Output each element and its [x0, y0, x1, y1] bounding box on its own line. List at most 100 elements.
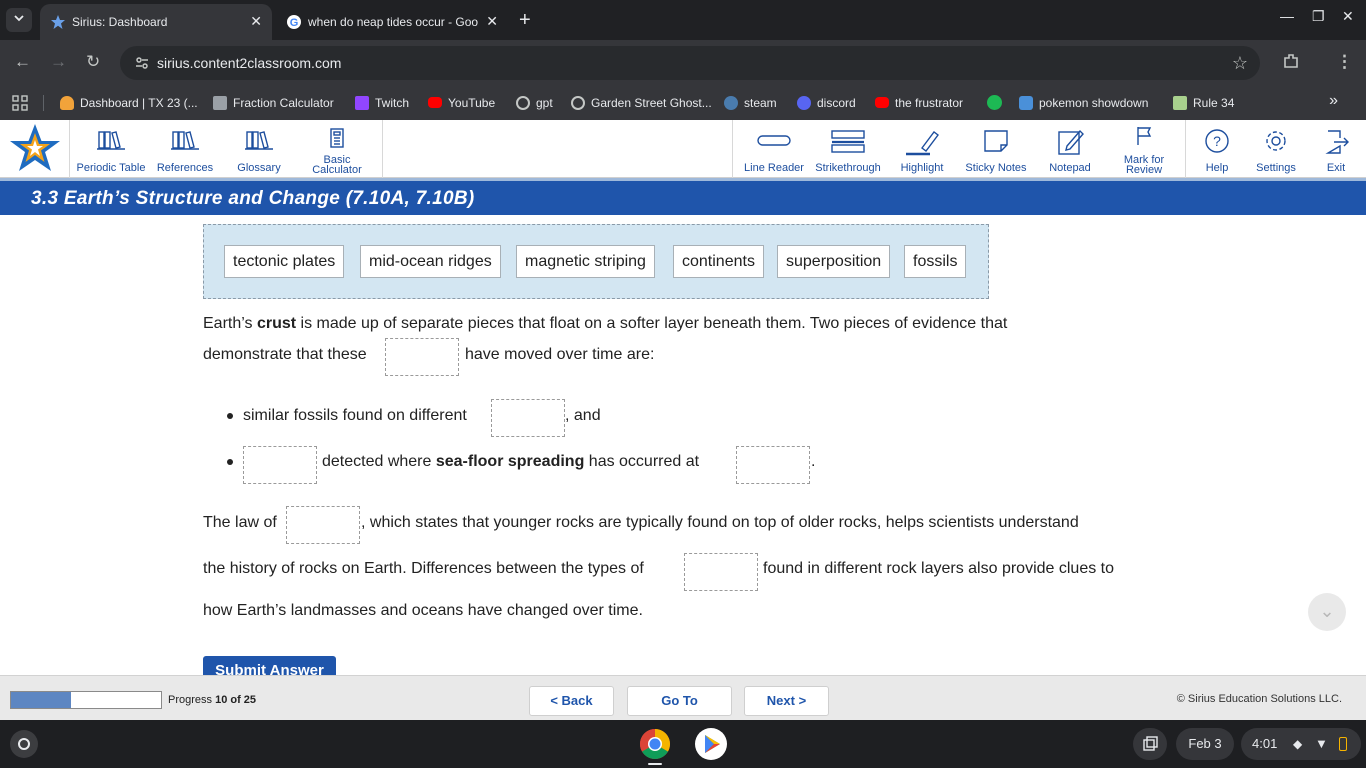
go-to-button[interactable]: Go To [627, 686, 732, 716]
word-chip-mid-ocean-ridges[interactable]: mid-ocean ridges [360, 245, 501, 278]
word-chip-superposition[interactable]: superposition [777, 245, 891, 278]
bookmark-spotify[interactable] [987, 94, 1008, 112]
launcher-icon[interactable] [10, 730, 38, 758]
svg-text:G: G [290, 17, 299, 29]
date-tray[interactable]: Feb 3 [1176, 728, 1234, 760]
bookmark-the-frustrator[interactable]: the frustrator [875, 94, 963, 112]
scroll-down-icon[interactable]: ⌄ [1308, 593, 1346, 631]
text-span: has occurred at [584, 453, 700, 470]
drop-blank-2[interactable] [491, 399, 565, 437]
minimize-icon[interactable]: — [1280, 8, 1294, 24]
bookmark-youtube[interactable]: YouTube [428, 94, 495, 112]
url-text: sirius.content2classroom.com [157, 55, 342, 71]
reload-icon[interactable]: ↻ [86, 52, 100, 72]
bookmark-dashboard[interactable]: Dashboard | TX 23 (... [60, 94, 198, 112]
help-button[interactable]: ? Help [1190, 120, 1244, 178]
bookmark-star-icon[interactable]: ☆ [1232, 53, 1248, 74]
highlight-button[interactable]: Highlight [886, 120, 958, 178]
bookmark-discord[interactable]: discord [797, 94, 856, 112]
next-button[interactable]: Next > [744, 686, 829, 716]
address-bar[interactable]: sirius.content2classroom.com ☆ [120, 46, 1260, 80]
youtube-icon [428, 97, 442, 108]
clock-time: 4:01 [1252, 736, 1278, 751]
extensions-icon[interactable] [1282, 52, 1300, 75]
tool-label: Basic Calculator [312, 154, 362, 176]
paragraph-1-line-2a: demonstrate that these [203, 346, 367, 363]
new-tab-icon[interactable]: + [519, 10, 531, 30]
paragraph-2-line-2b: found in different rock layers also prov… [763, 560, 1115, 577]
apps-grid-icon[interactable] [12, 95, 28, 111]
strikethrough-button[interactable]: Strikethrough [812, 120, 884, 178]
bookmark-steam[interactable]: steam [724, 94, 777, 112]
notepad-button[interactable]: Notepad [1034, 120, 1106, 178]
bookmark-garden-street[interactable]: Garden Street Ghost... [571, 94, 712, 112]
wifi-icon: ▼ [1315, 736, 1328, 751]
tool-label: Periodic Table [76, 162, 146, 174]
bookmarks-overflow-icon[interactable]: » [1329, 92, 1338, 110]
bookmark-label: discord [817, 96, 856, 110]
paragraph-2-line-1b: , which states that younger rocks are ty… [361, 514, 1079, 531]
holding-space-icon[interactable] [1133, 728, 1167, 760]
references-button[interactable]: References [152, 120, 218, 178]
drop-blank-4[interactable] [736, 446, 810, 484]
sticky-notes-button[interactable]: Sticky Notes [960, 120, 1032, 178]
divider [43, 95, 44, 111]
close-tab-icon[interactable]: ✕ [250, 13, 262, 30]
lesson-title-bar: 3.3 Earth’s Structure and Change (7.10A,… [0, 181, 1366, 215]
bookmark-fraction-calculator[interactable]: Fraction Calculator [213, 94, 334, 112]
word-chip-continents[interactable]: continents [673, 245, 764, 278]
close-window-icon[interactable]: ✕ [1342, 8, 1354, 25]
mark-for-review-button[interactable]: Mark for Review [1108, 120, 1180, 178]
chrome-app-icon[interactable] [639, 728, 671, 760]
books-icon [97, 131, 125, 150]
periodic-table-button[interactable]: Periodic Table [72, 120, 150, 178]
showdown-icon [1019, 96, 1033, 110]
star-favicon-icon [51, 15, 65, 29]
divider [382, 120, 383, 178]
back-button[interactable]: < Back [529, 686, 614, 716]
drop-blank-1[interactable] [385, 338, 459, 376]
bullet-dot [227, 459, 233, 465]
close-tab-icon[interactable]: ✕ [486, 13, 498, 30]
play-store-app-icon[interactable] [695, 728, 727, 760]
settings-button[interactable]: Settings [1248, 120, 1304, 178]
bookmarks-bar: Dashboard | TX 23 (... Fraction Calculat… [0, 86, 1366, 120]
rule34-icon [1173, 96, 1187, 110]
tab-sirius-dashboard[interactable]: Sirius: Dashboard ✕ [40, 4, 272, 40]
tab-title: when do neap tides occur - Goo [308, 15, 478, 29]
bullet-2-tail: . [811, 453, 816, 470]
back-arrow-icon[interactable]: ← [14, 52, 31, 72]
exit-button[interactable]: Exit [1310, 120, 1362, 178]
text-span: Earth’s [203, 315, 257, 332]
bookmark-rule-34[interactable]: Rule 34 [1173, 94, 1234, 112]
word-chip-magnetic-striping[interactable]: magnetic striping [516, 245, 655, 278]
forward-arrow-icon[interactable]: → [50, 52, 67, 72]
tab-google-search[interactable]: G when do neap tides occur - Goo ✕ [276, 4, 508, 40]
drop-blank-5[interactable] [286, 506, 360, 544]
line-reader-button[interactable]: Line Reader [738, 120, 810, 178]
bookmark-gpt[interactable]: gpt [516, 94, 553, 112]
bookmark-label: steam [744, 96, 777, 110]
tab-search-button[interactable] [6, 8, 32, 32]
more-menu-icon[interactable]: ⋮ [1336, 52, 1353, 72]
bookmark-pokemon-showdown[interactable]: pokemon showdown [1019, 94, 1148, 112]
word-chip-fossils[interactable]: fossils [904, 245, 967, 278]
tab-title: Sirius: Dashboard [72, 15, 168, 29]
bulb-icon [60, 96, 74, 110]
calculator-icon [330, 128, 344, 148]
paragraph-2-line-2a: the history of rocks on Earth. Differenc… [203, 560, 644, 577]
highlighter-pen-icon [906, 131, 939, 156]
bookmark-twitch[interactable]: Twitch [355, 94, 409, 112]
word-chip-tectonic-plates[interactable]: tectonic plates [224, 245, 345, 278]
submit-answer-button[interactable]: Submit Answer [203, 656, 336, 675]
globe-icon [571, 96, 585, 110]
drop-blank-6[interactable] [684, 553, 758, 591]
sticky-note-icon [984, 130, 1008, 152]
restore-icon[interactable]: ❐ [1312, 8, 1325, 25]
site-info-icon[interactable] [134, 55, 150, 71]
basic-calculator-button[interactable]: Basic Calculator [300, 120, 374, 178]
glossary-button[interactable]: Glossary [226, 120, 292, 178]
drop-blank-3[interactable] [243, 446, 317, 484]
system-tray[interactable]: 4:01 ◆ ▼ [1241, 728, 1361, 760]
books-icon [245, 131, 273, 150]
